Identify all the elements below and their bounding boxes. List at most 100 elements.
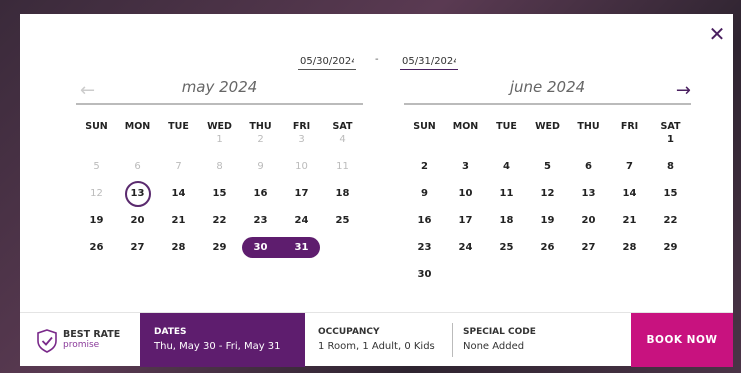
calendar-empty-cell: [527, 261, 568, 288]
checkin-input[interactable]: [298, 54, 356, 70]
day-number: 20: [581, 215, 596, 226]
next-month-arrow-icon[interactable]: →: [676, 80, 691, 101]
day-number: 22: [663, 215, 678, 226]
calendar-day[interactable]: 18: [322, 180, 363, 207]
calendar-day[interactable]: 31: [281, 234, 322, 261]
day-number: 16: [417, 215, 432, 226]
day-number: 5: [544, 161, 551, 172]
calendar-day[interactable]: 21: [158, 207, 199, 234]
calendar-day[interactable]: 25: [322, 207, 363, 234]
dates-summary[interactable]: DATES Thu, May 30 - Fri, May 31: [140, 313, 305, 367]
best-rate-badge: BEST RATE promise: [36, 327, 136, 353]
calendar-day[interactable]: 23: [404, 234, 445, 261]
weekday-header: TUE: [168, 121, 189, 132]
weekday-header: MON: [124, 121, 151, 132]
calendar-day[interactable]: 16: [404, 207, 445, 234]
special-code-label: SPECIAL CODE: [463, 327, 536, 337]
calendar-day[interactable]: 4: [486, 153, 527, 180]
calendar-day[interactable]: 30: [404, 261, 445, 288]
calendar-day[interactable]: 29: [199, 234, 240, 261]
calendar-day[interactable]: 28: [158, 234, 199, 261]
calendar-day[interactable]: 26: [76, 234, 117, 261]
checkout-input[interactable]: [400, 54, 458, 70]
calendar-day[interactable]: 9: [404, 180, 445, 207]
calendar-day: 11: [322, 153, 363, 180]
day-number: 20: [130, 215, 145, 226]
calendar-day[interactable]: 3: [445, 153, 486, 180]
calendar-empty-cell: [568, 261, 609, 288]
calendar-day[interactable]: 11: [486, 180, 527, 207]
calendar-day[interactable]: 23: [240, 207, 281, 234]
calendar-empty-cell: [158, 134, 199, 153]
calendar-day[interactable]: 22: [650, 207, 691, 234]
calendar-day[interactable]: 28: [609, 234, 650, 261]
close-icon[interactable]: ✕: [707, 24, 727, 44]
calendar-day: 4: [322, 134, 363, 153]
day-number: 31: [294, 242, 309, 253]
weekday-header: THU: [577, 121, 600, 132]
calendar-day[interactable]: 20: [568, 207, 609, 234]
day-number: 29: [212, 242, 227, 253]
calendar-empty-cell: [322, 234, 363, 261]
calendar-day[interactable]: 16: [240, 180, 281, 207]
month-title: june 2024: [509, 78, 586, 96]
calendar-day[interactable]: 12: [527, 180, 568, 207]
day-number: 7: [175, 161, 182, 172]
calendar-day[interactable]: 27: [568, 234, 609, 261]
calendar-day[interactable]: 24: [445, 234, 486, 261]
calendar-day[interactable]: 19: [76, 207, 117, 234]
day-number: 6: [585, 161, 592, 172]
day-number: 4: [503, 161, 510, 172]
calendar-day[interactable]: 10: [445, 180, 486, 207]
day-number: 4: [339, 134, 346, 145]
day-number: 12: [90, 188, 103, 199]
calendar-day[interactable]: 14: [609, 180, 650, 207]
calendar-day[interactable]: 21: [609, 207, 650, 234]
day-number: 17: [294, 188, 309, 199]
calendar-day[interactable]: 29: [650, 234, 691, 261]
calendar-day[interactable]: 20: [117, 207, 158, 234]
day-number: 27: [581, 242, 596, 253]
calendar-day[interactable]: 15: [199, 180, 240, 207]
today-marker: 13: [124, 180, 151, 207]
calendar-day[interactable]: 1: [650, 134, 691, 153]
weekday-header: THU: [249, 121, 272, 132]
calendar-day[interactable]: 18: [486, 207, 527, 234]
calendar-day[interactable]: 17: [281, 180, 322, 207]
calendar-day[interactable]: 30: [240, 234, 281, 261]
calendar-empty-cell: [568, 134, 609, 153]
calendar-day[interactable]: 7: [609, 153, 650, 180]
book-now-button[interactable]: BOOK NOW: [631, 313, 733, 367]
day-number: 7: [626, 161, 633, 172]
special-code-selector[interactable]: SPECIAL CODE None Added: [463, 313, 603, 367]
day-number: 21: [171, 215, 186, 226]
date-picker-modal: ✕ - ← may 2024 SUNMONTUEWEDTHUFRISAT1234…: [20, 14, 733, 367]
calendar-grid: SUN MON TUE WED THU FRI SAT 1 2 3 4 5 6 7 8 9 10 11 12 13 14…: [76, 121, 363, 261]
day-number: 8: [216, 161, 223, 172]
calendar-day[interactable]: 15: [650, 180, 691, 207]
calendar-day[interactable]: 6: [568, 153, 609, 180]
day-number: 13: [581, 188, 596, 199]
calendar-day[interactable]: 22: [199, 207, 240, 234]
calendar-day[interactable]: 25: [486, 234, 527, 261]
calendar-day[interactable]: 27: [117, 234, 158, 261]
calendar-day[interactable]: 13: [568, 180, 609, 207]
weekday-header: SUN: [413, 121, 436, 132]
calendar-day[interactable]: 13: [117, 180, 158, 207]
calendar-day[interactable]: 26: [527, 234, 568, 261]
month-title: may 2024: [181, 78, 258, 96]
day-number: 19: [540, 215, 555, 226]
calendar-day[interactable]: 5: [527, 153, 568, 180]
calendar-day[interactable]: 17: [445, 207, 486, 234]
day-number: 3: [462, 161, 469, 172]
day-number: 2: [257, 134, 264, 145]
calendar-day[interactable]: 14: [158, 180, 199, 207]
calendar-day[interactable]: 2: [404, 153, 445, 180]
day-number: 22: [212, 215, 227, 226]
calendar-day[interactable]: 19: [527, 207, 568, 234]
calendar-day[interactable]: 24: [281, 207, 322, 234]
calendar-day[interactable]: 8: [650, 153, 691, 180]
day-number: 10: [295, 161, 308, 172]
calendar-empty-cell: [609, 261, 650, 288]
occupancy-selector[interactable]: OCCUPANCY 1 Room, 1 Adult, 0 Kids: [318, 313, 448, 367]
